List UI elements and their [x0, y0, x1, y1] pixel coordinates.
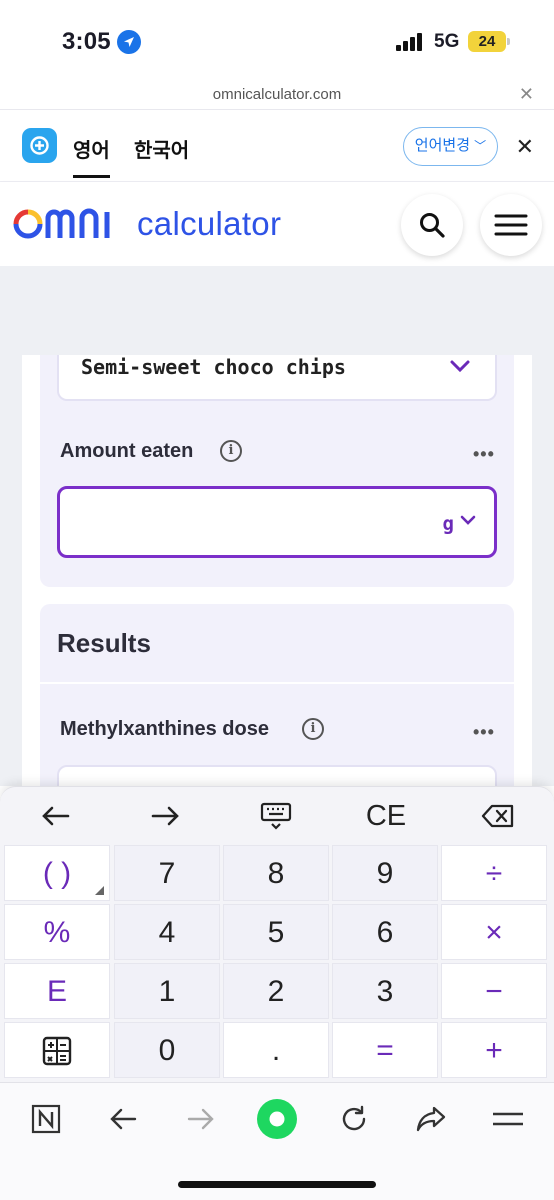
url-bar[interactable]: omnicalculator.com ✕ [0, 82, 554, 110]
key-calculator-functions[interactable] [4, 1022, 110, 1078]
key-equals[interactable]: = [332, 1022, 438, 1078]
location-arrow-icon [117, 30, 141, 54]
refresh-button[interactable] [329, 1097, 379, 1141]
key-2[interactable]: 2 [223, 963, 329, 1019]
key-percent[interactable]: % [4, 904, 110, 960]
translate-app-icon [22, 128, 57, 163]
clear-entry-label: CE [365, 800, 407, 832]
key-multiply[interactable]: × [441, 904, 547, 960]
green-dot-icon [257, 1099, 297, 1139]
naver-n-icon [31, 1104, 61, 1134]
cursor-right-button[interactable] [126, 797, 206, 835]
key-3[interactable]: 3 [332, 963, 438, 1019]
arrow-left-icon [42, 806, 70, 826]
key-plus[interactable]: + [441, 1022, 547, 1078]
corner-triangle-icon [95, 886, 104, 895]
back-button[interactable] [98, 1097, 148, 1141]
clear-entry-button[interactable]: CE [346, 797, 426, 835]
key-5[interactable]: 5 [223, 904, 329, 960]
language-change-button[interactable]: 언어변경 ﹀ [403, 127, 498, 166]
info-icon[interactable]: i [220, 440, 242, 462]
url-close-icon[interactable]: ✕ [519, 84, 534, 105]
cursor-left-button[interactable] [15, 797, 95, 835]
divider [40, 682, 514, 684]
key-1[interactable]: 1 [114, 963, 220, 1019]
chevron-down-icon [450, 360, 470, 373]
more-options-icon[interactable]: ••• [473, 444, 495, 465]
amount-eaten-label: Amount eaten [60, 440, 194, 462]
home-indicator [178, 1181, 376, 1188]
forward-button[interactable] [176, 1097, 226, 1141]
menu-button[interactable] [480, 194, 542, 256]
status-time: 3:05 [62, 28, 111, 55]
key-label: ( ) [42, 857, 72, 890]
key-0[interactable]: 0 [114, 1022, 220, 1078]
key-8[interactable]: 8 [223, 845, 329, 901]
key-6[interactable]: 6 [332, 904, 438, 960]
unit-selector[interactable]: g [443, 513, 454, 535]
menu-lines-icon [493, 1112, 523, 1126]
key-exponent[interactable]: E [4, 963, 110, 1019]
share-button[interactable] [406, 1097, 456, 1141]
refresh-icon [342, 1105, 366, 1131]
share-icon [416, 1106, 446, 1132]
url-text: omnicalculator.com [212, 86, 342, 103]
key-parentheses[interactable]: ( ) [4, 845, 110, 901]
chocolate-type-value: Semi-sweet choco chips [81, 355, 346, 379]
info-icon[interactable]: i [302, 718, 324, 740]
omni-logo-icon[interactable] [12, 208, 130, 240]
chocolate-type-select[interactable]: Semi-sweet choco chips [57, 355, 497, 401]
network-type: 5G [434, 31, 460, 52]
system-keyboard-button[interactable] [236, 797, 316, 835]
methylxanthines-dose-label: Methylxanthines dose [60, 718, 269, 740]
more-options-icon[interactable]: ••• [473, 722, 495, 743]
battery-tip-icon [507, 38, 510, 45]
close-icon[interactable]: ✕ [516, 134, 534, 160]
arrow-right-icon [151, 806, 179, 826]
key-7[interactable]: 7 [114, 845, 220, 901]
brand-wordmark: calculator [137, 205, 282, 242]
search-icon [420, 213, 445, 238]
key-minus[interactable]: − [441, 963, 547, 1019]
green-dot-button[interactable] [252, 1097, 302, 1141]
status-bar: 3:05 5G 24 [0, 0, 554, 82]
naver-button[interactable] [21, 1097, 71, 1141]
key-9[interactable]: 9 [332, 845, 438, 901]
amount-eaten-field[interactable]: g [57, 486, 497, 558]
forward-arrow-icon [187, 1108, 214, 1130]
key-4[interactable]: 4 [114, 904, 220, 960]
language-bar: 영어 한국어 언어변경 ﹀ ✕ [0, 110, 554, 182]
signal-bars-icon [396, 33, 422, 51]
back-arrow-icon [110, 1108, 137, 1130]
key-decimal[interactable]: . [223, 1022, 329, 1078]
chevron-down-icon: ﹀ [474, 139, 487, 153]
keyboard-icon [260, 802, 292, 830]
language-change-label: 언어변경 [414, 137, 470, 154]
calculator-functions-icon [42, 1036, 72, 1066]
battery-indicator: 24 [468, 31, 506, 52]
site-header: calculator [0, 182, 554, 266]
backspace-icon [481, 804, 514, 828]
results-heading: Results [57, 628, 151, 658]
key-divide[interactable]: ÷ [441, 845, 547, 901]
tab-korean[interactable]: 한국어 [134, 134, 189, 163]
search-button[interactable] [401, 194, 463, 256]
calculator-keyboard: CE ( ) 7 8 9 ÷ % 4 5 6 × E 1 2 3 − 0 . =… [0, 786, 554, 1082]
hamburger-menu-icon [494, 214, 528, 236]
chevron-down-icon[interactable] [460, 515, 476, 525]
backspace-button[interactable] [458, 797, 538, 835]
menu-button[interactable] [483, 1097, 533, 1141]
tab-english[interactable]: 영어 [73, 134, 110, 178]
